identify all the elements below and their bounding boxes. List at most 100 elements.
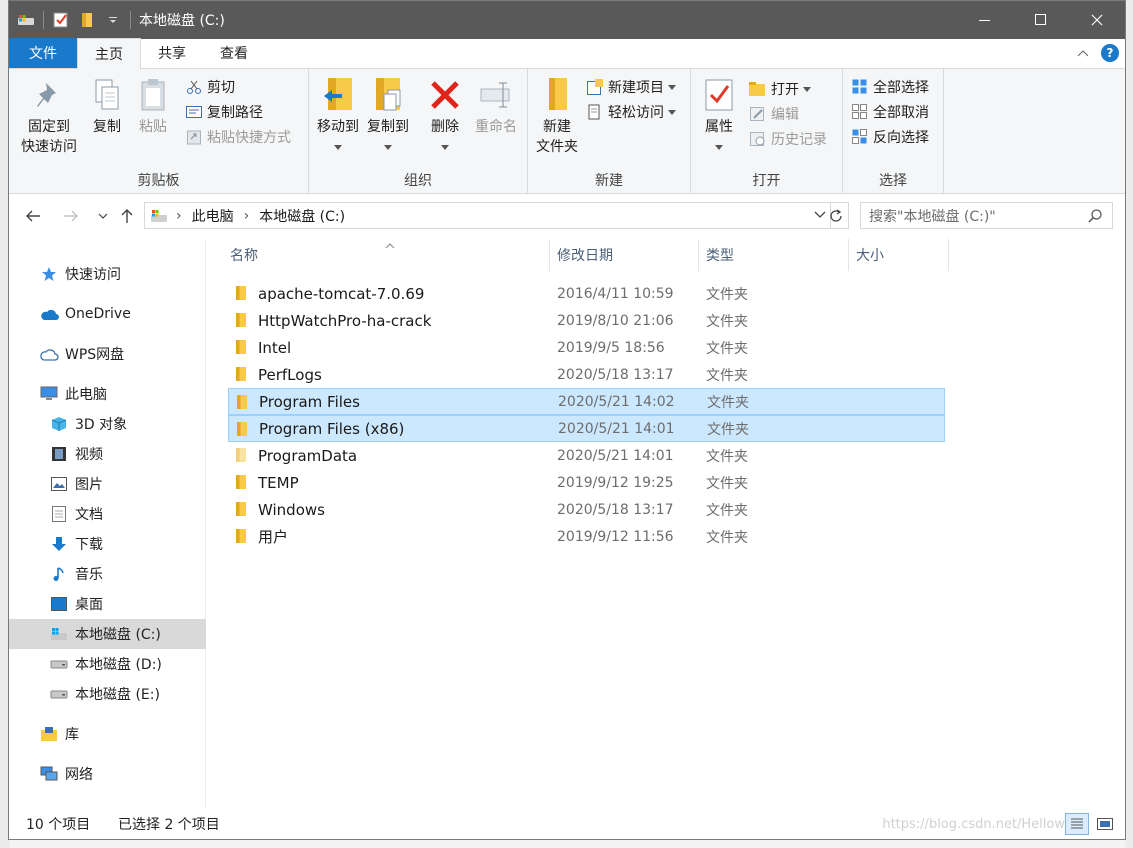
- select-none-button[interactable]: 全部取消: [851, 100, 929, 124]
- column-divider[interactable]: [698, 239, 699, 271]
- new-item-label: 新建项目: [608, 80, 664, 96]
- nav-label: 本地磁盘 (D:): [75, 657, 162, 673]
- column-divider[interactable]: [549, 239, 550, 271]
- recent-locations-button[interactable]: [93, 206, 113, 226]
- search-input[interactable]: 搜索"本地磁盘 (C:)": [860, 202, 1113, 229]
- cut-button[interactable]: 剪切: [185, 75, 235, 99]
- group-label-open: 打开: [752, 173, 781, 189]
- folder-icon: [233, 528, 247, 548]
- details-view-button[interactable]: [1065, 813, 1089, 835]
- column-divider[interactable]: [848, 239, 849, 271]
- copy-button[interactable]: 复制: [87, 75, 127, 137]
- nav-drive-e[interactable]: 本地磁盘 (E:): [9, 679, 206, 709]
- column-divider[interactable]: [948, 239, 949, 271]
- up-button[interactable]: [117, 206, 137, 226]
- copy-to-button[interactable]: 复制到: [365, 75, 411, 157]
- nav-wps[interactable]: WPS网盘: [9, 339, 206, 369]
- tab-file[interactable]: 文件: [9, 38, 77, 68]
- file-row[interactable]: Program Files (x86) 2020/5/21 14:01 文件夹: [228, 415, 945, 442]
- file-row[interactable]: 用户 2019/9/12 11:56 文件夹: [228, 523, 945, 550]
- help-icon[interactable]: ?: [1101, 44, 1119, 62]
- file-row[interactable]: Program Files 2020/5/21 14:02 文件夹: [228, 388, 945, 415]
- column-header-date[interactable]: 修改日期: [557, 239, 613, 271]
- file-date: 2019/9/12 11:56: [557, 528, 674, 545]
- invert-selection-button[interactable]: 反向选择: [851, 125, 929, 149]
- open-button[interactable]: 打开: [749, 77, 811, 101]
- customize-dropdown-icon[interactable]: [104, 11, 122, 29]
- nav-label: 下载: [75, 537, 103, 553]
- pin-icon: [31, 75, 67, 115]
- column-header-size[interactable]: 大小: [856, 239, 884, 271]
- easy-access-button[interactable]: 轻松访问: [586, 100, 676, 124]
- pin-to-quick-access-button[interactable]: 固定到 快速访问: [15, 75, 83, 157]
- breadcrumb-this-pc[interactable]: 此电脑: [192, 206, 234, 226]
- properties-check-icon[interactable]: [52, 11, 70, 29]
- file-row[interactable]: Intel 2019/9/5 18:56 文件夹: [228, 334, 945, 361]
- chevron-down-icon: [334, 137, 342, 157]
- file-row[interactable]: apache-tomcat-7.0.69 2016/4/11 10:59 文件夹: [228, 280, 945, 307]
- select-all-button[interactable]: 全部选择: [851, 75, 929, 99]
- edit-button[interactable]: 编辑: [749, 102, 799, 126]
- move-to-button[interactable]: 移动到: [315, 75, 361, 157]
- folder-icon: [233, 339, 247, 359]
- nav-desktop[interactable]: 桌面: [9, 589, 206, 619]
- nav-downloads[interactable]: 下载: [9, 529, 206, 559]
- edit-label: 编辑: [771, 107, 799, 123]
- drive-icon: [17, 11, 35, 29]
- nav-3d-objects[interactable]: 3D 对象: [9, 409, 206, 439]
- file-date: 2020/5/18 13:17: [557, 366, 674, 383]
- new-item-button[interactable]: 新建项目: [586, 75, 676, 99]
- file-row[interactable]: TEMP 2019/9/12 19:25 文件夹: [228, 469, 945, 496]
- star-icon: [39, 264, 59, 284]
- folder-icon: [539, 75, 575, 115]
- history-button[interactable]: 历史记录: [749, 127, 827, 151]
- rename-button[interactable]: 重命名: [469, 75, 523, 137]
- tab-view[interactable]: 查看: [203, 38, 265, 68]
- select-none-icon: [851, 103, 869, 121]
- file-row[interactable]: Windows 2020/5/18 13:17 文件夹: [228, 496, 945, 523]
- nav-quick-access[interactable]: 快速访问: [9, 259, 206, 289]
- file-type: 文件夹: [707, 421, 749, 438]
- file-row[interactable]: ProgramData 2020/5/21 14:01 文件夹: [228, 442, 945, 469]
- new-folder-icon[interactable]: [78, 11, 96, 29]
- paste-button[interactable]: 粘贴: [133, 75, 173, 137]
- large-icons-view-button[interactable]: [1093, 813, 1117, 835]
- network-icon: [39, 764, 59, 784]
- collapse-ribbon-icon[interactable]: [1077, 45, 1089, 61]
- refresh-button[interactable]: [823, 202, 849, 229]
- nav-this-pc[interactable]: 此电脑: [9, 379, 206, 409]
- nav-onedrive[interactable]: OneDrive: [9, 299, 206, 329]
- nav-drive-c[interactable]: 本地磁盘 (C:): [9, 619, 206, 649]
- file-row[interactable]: PerfLogs 2020/5/18 13:17 文件夹: [228, 361, 945, 388]
- file-row[interactable]: HttpWatchPro-ha-crack 2019/8/10 21:06 文件夹: [228, 307, 945, 334]
- nav-pictures[interactable]: 图片: [9, 469, 206, 499]
- forward-button[interactable]: [61, 206, 81, 226]
- new-folder-button[interactable]: 新建 文件夹: [532, 75, 582, 157]
- paste-shortcut-button[interactable]: 粘贴快捷方式: [185, 125, 291, 149]
- properties-button[interactable]: 属性: [699, 75, 739, 157]
- tab-share[interactable]: 共享: [141, 38, 203, 68]
- back-button[interactable]: [23, 206, 43, 226]
- minimize-button[interactable]: [957, 1, 1013, 39]
- column-header-name[interactable]: 名称: [230, 239, 258, 271]
- nav-documents[interactable]: 文档: [9, 499, 206, 529]
- tab-home[interactable]: 主页: [77, 38, 141, 69]
- nav-music[interactable]: 音乐: [9, 559, 206, 589]
- close-button[interactable]: [1069, 1, 1125, 39]
- nav-drive-d[interactable]: 本地磁盘 (D:): [9, 649, 206, 679]
- item-count: 10 个项目: [26, 817, 91, 833]
- copy-icon: [89, 75, 125, 115]
- column-header-type[interactable]: 类型: [706, 239, 734, 271]
- file-name: apache-tomcat-7.0.69: [258, 284, 425, 303]
- copy-path-button[interactable]: 复制路径: [185, 100, 263, 124]
- maximize-button[interactable]: [1013, 1, 1069, 39]
- nav-libraries[interactable]: 库: [9, 719, 206, 749]
- move-to-icon: [320, 75, 356, 115]
- address-bar[interactable]: › 此电脑 › 本地磁盘 (C:): [144, 202, 831, 229]
- delete-button[interactable]: 删除: [425, 75, 465, 157]
- nav-network[interactable]: 网络: [9, 759, 206, 789]
- breadcrumb-drive-c[interactable]: 本地磁盘 (C:): [259, 206, 345, 226]
- title-bar: 本地磁盘 (C:): [9, 1, 1125, 39]
- file-type: 文件夹: [706, 475, 748, 492]
- nav-videos[interactable]: 视频: [9, 439, 206, 469]
